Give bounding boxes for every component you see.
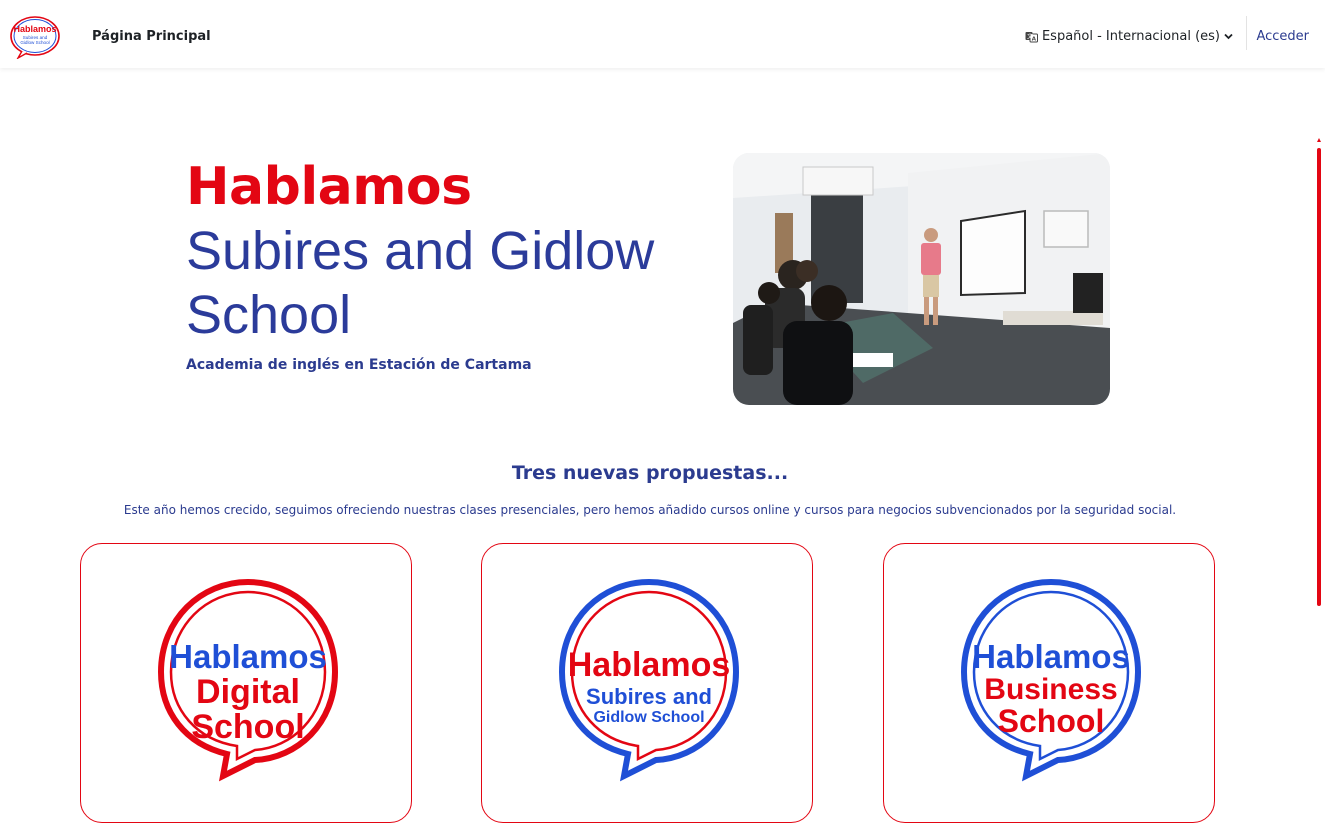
hero-subtitle: Subires and Gidlow School [186,221,655,345]
language-icon: 文 A [1025,31,1038,43]
site-logo[interactable]: Hablamos Subires and Gidlow School [8,15,62,59]
card1-line3: School [191,708,304,746]
card3-line1: Hablamos [972,638,1130,675]
nav-divider [1246,16,1247,50]
scroll-up-arrow-icon[interactable] [1317,138,1321,142]
proposals-description: Este año hemos crecido, seguimos ofrecie… [123,503,1177,517]
card3-line3: School [998,703,1105,739]
chevron-down-icon [1224,29,1233,44]
subires-gidlow-logo: Hablamos Subires and Gidlow School [558,578,740,782]
card1-line1: Hablamos [169,638,327,675]
card-subires-gidlow-school[interactable]: Hablamos Subires and Gidlow School [481,543,813,823]
svg-text:A: A [1032,36,1037,42]
logo-line1: Hablamos [13,24,56,34]
language-label: Español - Internacional (es) [1041,29,1220,44]
login-link[interactable]: Acceder [1256,29,1309,44]
top-navbar: Hablamos Subires and Gidlow School Págin… [0,0,1325,68]
digital-school-logo: Hablamos Digital School [157,578,339,782]
card1-line2: Digital [196,673,300,711]
business-school-logo: Hablamos Business School [960,578,1142,782]
classroom-photo [733,153,1110,405]
hero-title: Hablamos [186,157,472,217]
nav-home-link[interactable]: Página Principal [92,29,211,44]
card2-line1: Hablamos [568,646,731,684]
scrollbar-thumb[interactable] [1317,148,1321,606]
logo-line3: Gidlow School [20,40,49,45]
card2-line2: Subires and [586,684,712,709]
scrollbar[interactable] [1313,68,1325,803]
hero-tagline: Academia de inglés en Estación de Cartam… [186,357,532,373]
language-selector[interactable]: 文 A Español - Internacional (es) [1025,29,1233,44]
card3-line2: Business [984,673,1117,706]
card2-line3: Gidlow School [593,709,704,726]
card-business-school[interactable]: Hablamos Business School [883,543,1215,823]
card-digital-school[interactable]: Hablamos Digital School [80,543,412,823]
proposals-title: Tres nuevas propuestas... [511,462,789,484]
